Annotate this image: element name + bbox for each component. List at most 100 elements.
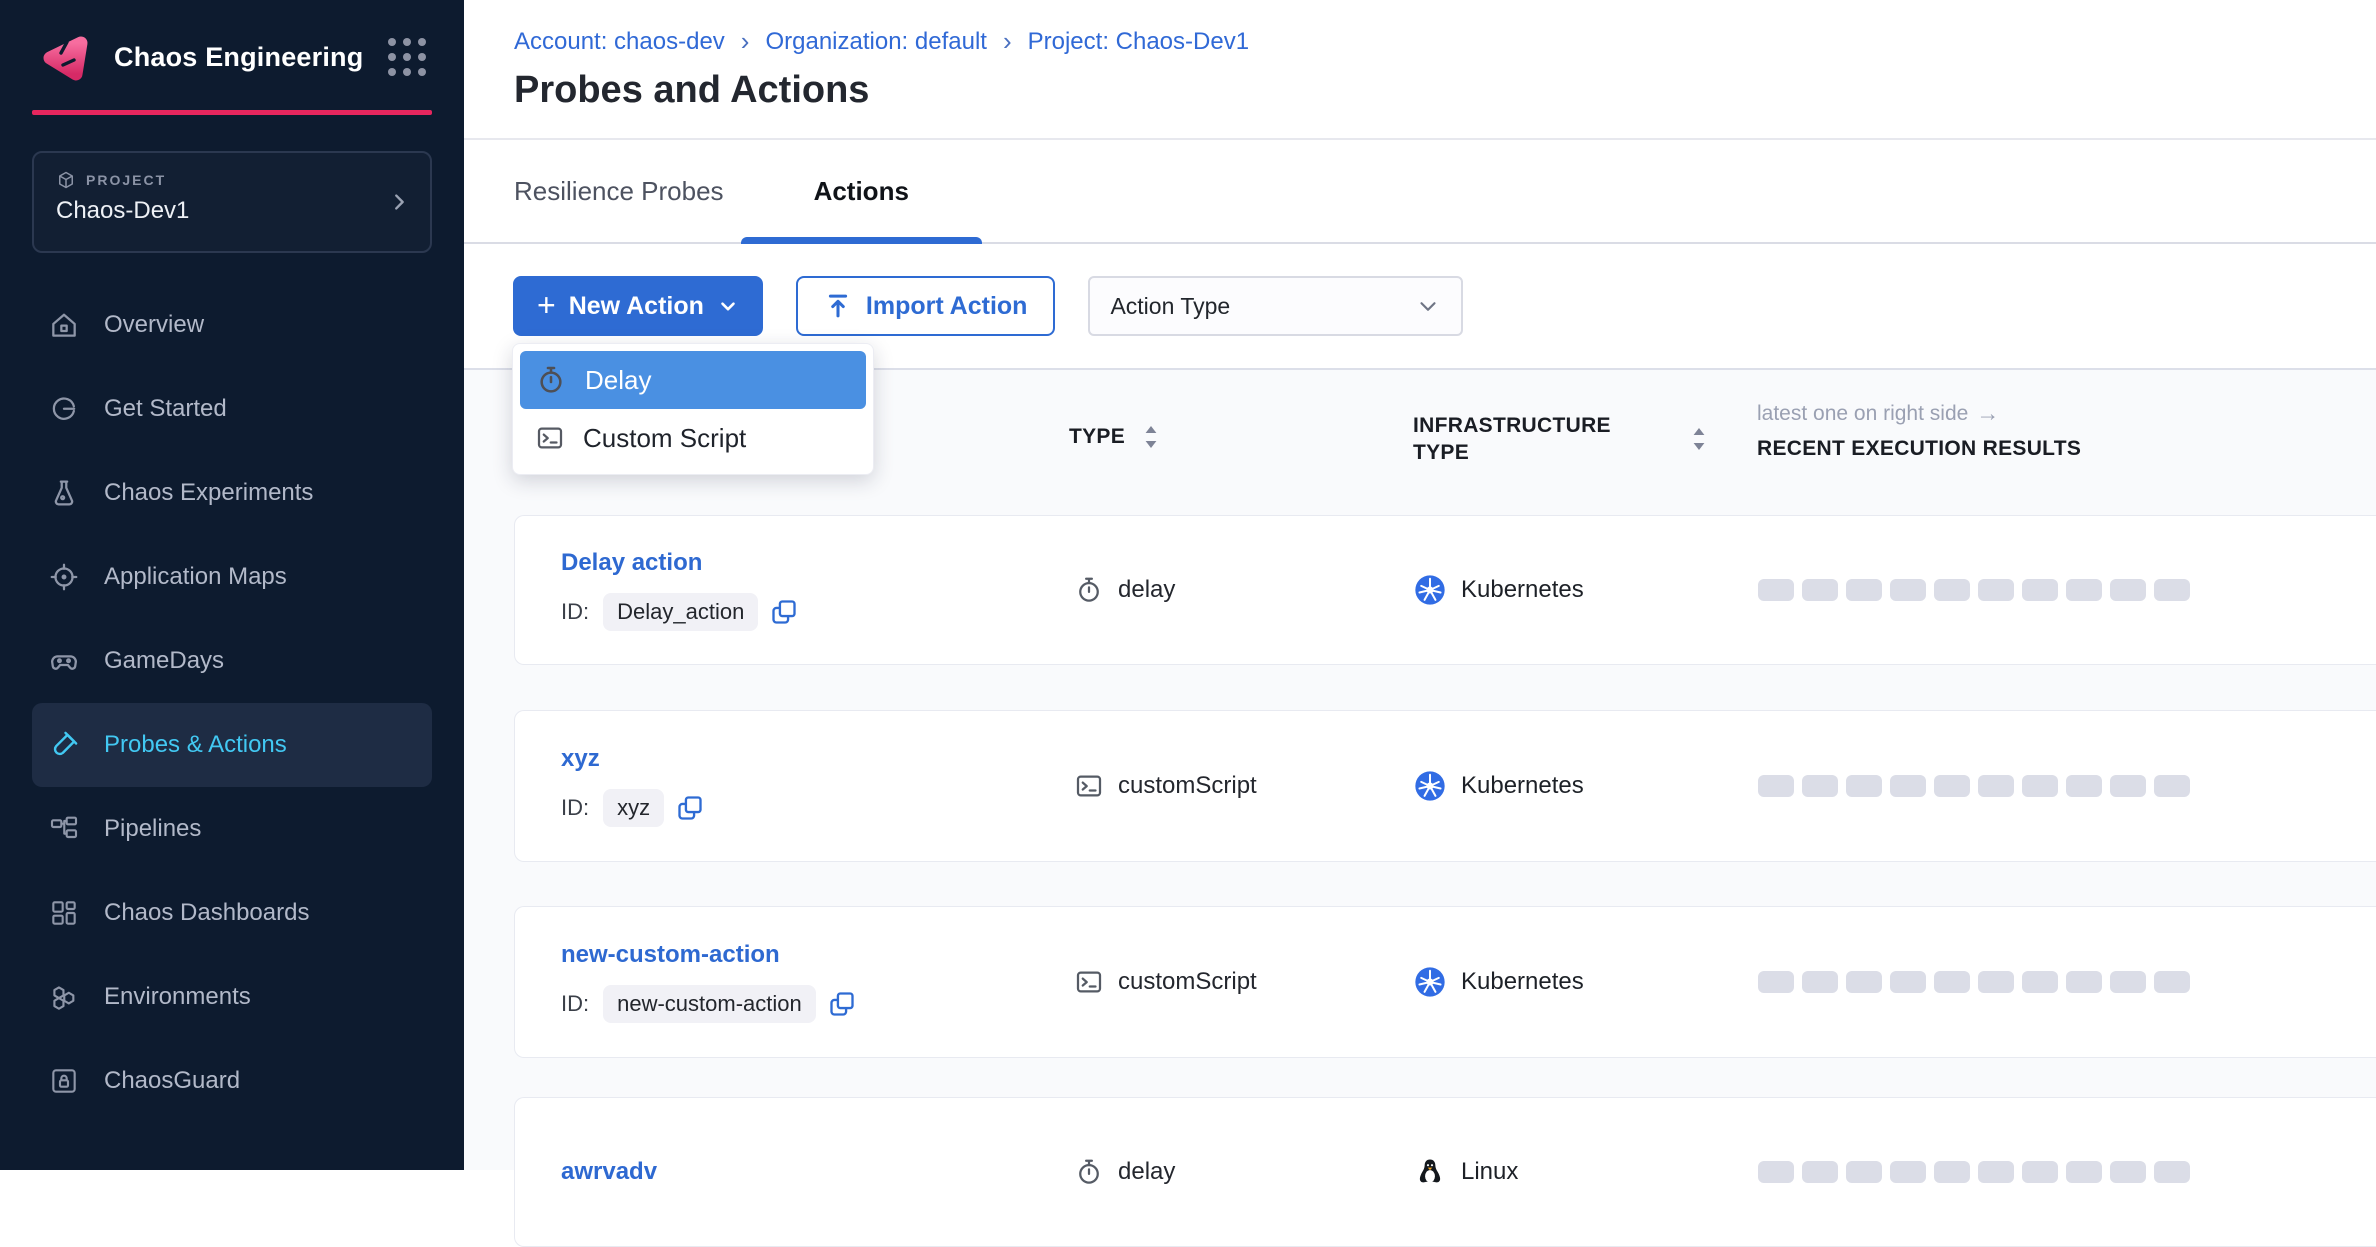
lock-icon [48, 1065, 80, 1097]
copy-icon[interactable] [828, 990, 856, 1018]
execution-result-placeholder [2066, 579, 2102, 601]
execution-result-placeholder [2154, 579, 2190, 601]
column-type-header[interactable]: TYPE [1027, 400, 1367, 450]
sort-icon[interactable] [1141, 424, 1161, 450]
chevron-right-icon [388, 191, 410, 213]
upload-icon [824, 292, 852, 320]
column-infrastructure-header[interactable]: INFRASTRUCTURE TYPE [1367, 400, 1711, 467]
kubernetes-icon [1414, 574, 1446, 606]
action-id-row: ID: xyz [561, 789, 1074, 827]
recent-execution-results [1758, 579, 2376, 601]
dashboard-icon [48, 897, 80, 929]
kubernetes-icon [1414, 966, 1446, 998]
tab-actions[interactable]: Actions [741, 140, 982, 242]
execution-result-placeholder [1758, 971, 1794, 993]
target-icon [48, 561, 80, 593]
execution-result-placeholder [1890, 775, 1926, 797]
sort-icon[interactable] [1689, 426, 1709, 452]
action-name-link[interactable]: awrvadv [561, 1158, 1074, 1186]
sidebar-item-chaosguard[interactable]: ChaosGuard [32, 1039, 432, 1123]
action-id-badge: Delay_action [603, 593, 758, 631]
execution-result-placeholder [1978, 1161, 2014, 1183]
execution-result-placeholder [1758, 579, 1794, 601]
table-row: Delay action ID: Delay_action delay [514, 515, 2376, 665]
execution-result-placeholder [1846, 579, 1882, 601]
execution-result-placeholder [1846, 971, 1882, 993]
app-title: Chaos Engineering [114, 42, 363, 73]
action-type-filter[interactable]: Action Type [1088, 276, 1463, 336]
main-content: Account: chaos-dev › Organization: defau… [464, 0, 2376, 1170]
sidebar-item-overview[interactable]: Overview [32, 283, 432, 367]
breadcrumb-organization[interactable]: Organization: default [765, 28, 986, 56]
new-action-button[interactable]: + New Action [513, 276, 763, 336]
type-cell: delay [1074, 575, 1414, 605]
action-name-link[interactable]: Delay action [561, 549, 1074, 577]
table-row: new-custom-action ID: new-custom-action … [514, 906, 2376, 1058]
hexagons-icon [48, 981, 80, 1013]
execution-result-placeholder [1802, 1161, 1838, 1183]
import-action-button[interactable]: Import Action [796, 276, 1056, 336]
execution-result-placeholder [2066, 1161, 2102, 1183]
execution-result-placeholder [2154, 971, 2190, 993]
action-id-row: ID: Delay_action [561, 593, 1074, 631]
stopwatch-icon [535, 364, 567, 396]
execution-result-placeholder [1934, 775, 1970, 797]
execution-result-placeholder [1802, 971, 1838, 993]
type-cell: customScript [1074, 967, 1414, 997]
brand-divider [32, 110, 432, 115]
execution-result-placeholder [1890, 971, 1926, 993]
apps-grid-icon[interactable] [388, 38, 426, 76]
breadcrumb-account[interactable]: Account: chaos-dev [514, 28, 725, 56]
recent-execution-results [1758, 775, 2376, 797]
breadcrumb-separator: › [1003, 26, 1012, 57]
gamepad-icon [48, 645, 80, 677]
test-tube-icon [48, 729, 80, 761]
sidebar-nav: Overview Get Started Chaos Experiments A… [0, 283, 464, 1123]
sidebar-item-application-maps[interactable]: Application Maps [32, 535, 432, 619]
action-id-row: ID: new-custom-action [561, 985, 1074, 1023]
execution-result-placeholder [2110, 579, 2146, 601]
action-name-link[interactable]: new-custom-action [561, 941, 1074, 969]
action-name-link[interactable]: xyz [561, 745, 1074, 773]
copy-icon[interactable] [676, 794, 704, 822]
menu-item-custom-script[interactable]: Custom Script [520, 409, 866, 467]
plus-icon: + [537, 289, 556, 321]
execution-result-placeholder [1846, 1161, 1882, 1183]
sidebar-item-pipelines[interactable]: Pipelines [32, 787, 432, 871]
action-id-badge: xyz [603, 789, 664, 827]
sidebar-item-gamedays[interactable]: GameDays [32, 619, 432, 703]
breadcrumb-project[interactable]: Project: Chaos-Dev1 [1028, 28, 1249, 56]
sidebar-item-chaos-experiments[interactable]: Chaos Experiments [32, 451, 432, 535]
copy-icon[interactable] [770, 598, 798, 626]
execution-result-placeholder [1802, 775, 1838, 797]
infrastructure-cell: Kubernetes [1414, 770, 1758, 802]
execution-result-placeholder [2022, 579, 2058, 601]
project-name: Chaos-Dev1 [56, 197, 408, 225]
sidebar: Chaos Engineering PROJECT Chaos-Dev1 Ove… [0, 0, 464, 1170]
breadcrumb-separator: › [741, 26, 750, 57]
stopwatch-icon [1074, 575, 1104, 605]
execution-result-placeholder [1934, 1161, 1970, 1183]
page-header: Account: chaos-dev › Organization: defau… [464, 0, 2376, 140]
results-note: latest one on right side → [1757, 400, 2376, 427]
sidebar-item-chaos-dashboards[interactable]: Chaos Dashboards [32, 871, 432, 955]
execution-result-placeholder [1846, 775, 1882, 797]
harness-logo-icon [38, 30, 92, 84]
pipeline-icon [48, 813, 80, 845]
execution-result-placeholder [1758, 775, 1794, 797]
tab-bar: Resilience Probes Actions [464, 140, 2376, 244]
name-cell: new-custom-action ID: new-custom-action [561, 941, 1074, 1023]
infrastructure-cell: Kubernetes [1414, 574, 1758, 606]
menu-item-delay[interactable]: Delay [520, 351, 866, 409]
sidebar-item-get-started[interactable]: Get Started [32, 367, 432, 451]
flask-icon [48, 477, 80, 509]
sidebar-item-probes-actions[interactable]: Probes & Actions [32, 703, 432, 787]
tab-resilience-probes[interactable]: Resilience Probes [514, 140, 724, 242]
name-cell: awrvadv [561, 1158, 1074, 1186]
execution-result-placeholder [1890, 1161, 1926, 1183]
execution-result-placeholder [2022, 971, 2058, 993]
name-cell: xyz ID: xyz [561, 745, 1074, 827]
project-selector[interactable]: PROJECT Chaos-Dev1 [32, 151, 432, 253]
cube-icon [56, 170, 76, 190]
sidebar-item-environments[interactable]: Environments [32, 955, 432, 1039]
